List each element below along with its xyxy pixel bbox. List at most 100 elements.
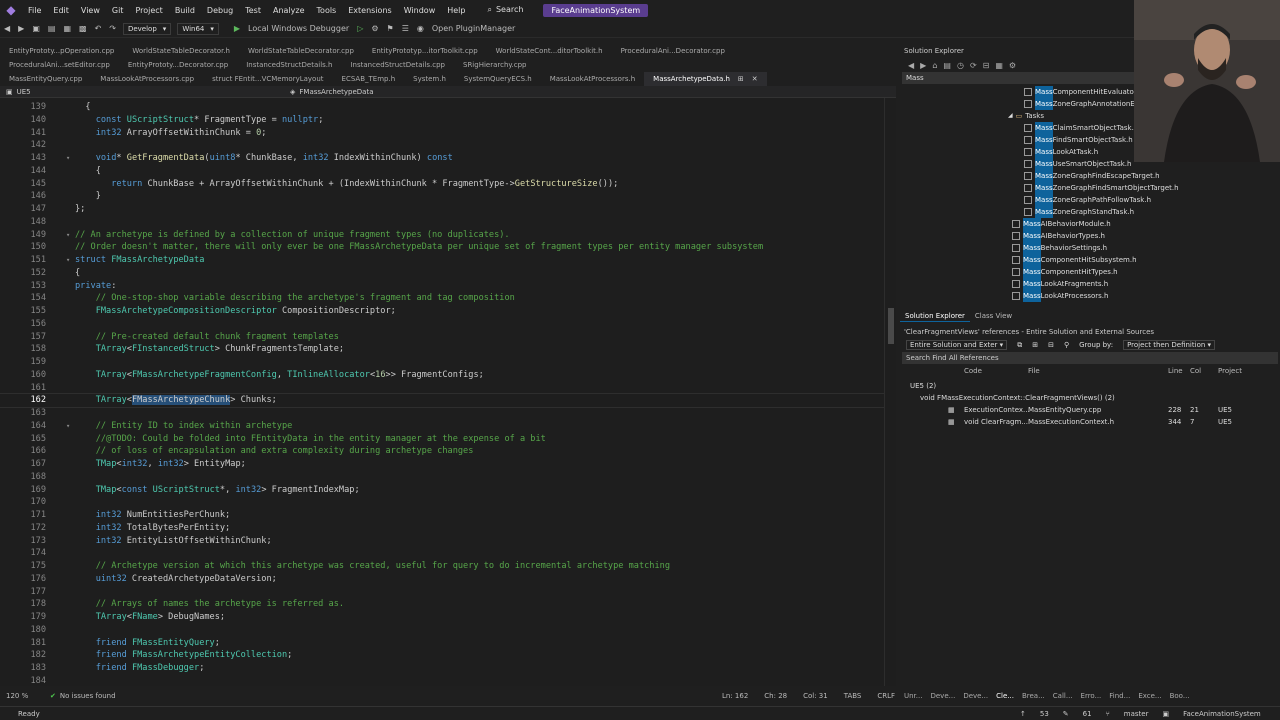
pin-icon[interactable]: ⊞ bbox=[738, 75, 744, 83]
menu-item[interactable]: Window bbox=[398, 6, 442, 15]
switch-views-icon[interactable]: ▤ bbox=[943, 61, 951, 70]
code-editor[interactable]: 139 {140 const UScriptStruct* FragmentTy… bbox=[0, 98, 884, 686]
tool-icon[interactable]: ⚙ bbox=[367, 24, 382, 33]
document-tab[interactable]: WorldStateTableDecorator.cpp bbox=[239, 44, 363, 58]
references-search-input[interactable]: Search Find All References bbox=[902, 352, 1278, 364]
tool-window-tab[interactable]: Unr... bbox=[900, 690, 926, 702]
tool-window-tab[interactable]: Erro... bbox=[1077, 690, 1106, 702]
history-icon[interactable]: ◷ bbox=[957, 61, 964, 70]
code-line[interactable]: 163 bbox=[0, 407, 884, 420]
menu-item[interactable]: Analyze bbox=[267, 6, 311, 15]
code-line[interactable]: 155 FMassArchetypeCompositionDescriptor … bbox=[0, 305, 884, 318]
code-line[interactable]: 148 bbox=[0, 216, 884, 229]
menu-item[interactable]: Help bbox=[441, 6, 471, 15]
solution-tree-item[interactable]: Mass UseSmartObjectTask.h bbox=[1024, 158, 1131, 170]
code-line[interactable]: 161 bbox=[0, 382, 884, 395]
code-line[interactable]: 183 friend FMassDebugger; bbox=[0, 662, 884, 675]
project-dropdown[interactable]: ▣ UE5 bbox=[0, 88, 290, 96]
code-line[interactable]: 184 bbox=[0, 675, 884, 686]
solution-tree-item[interactable]: Mass ZoneGraphAnnotationEv bbox=[1024, 98, 1139, 110]
document-tab[interactable]: struct FEntit...VCMemoryLayout bbox=[203, 72, 332, 86]
solution-tree-item[interactable]: Mass ZoneGraphPathFollowTask.h bbox=[1024, 194, 1151, 206]
back-icon[interactable]: ◀ bbox=[908, 61, 914, 70]
code-line[interactable]: 175 // Archetype version at which this a… bbox=[0, 560, 884, 573]
menu-item[interactable]: Debug bbox=[201, 6, 239, 15]
reference-row[interactable]: ▦ void ClearFragm... MassExecutionContext.… bbox=[900, 416, 1280, 428]
code-line[interactable]: 147}; bbox=[0, 203, 884, 216]
code-line[interactable]: 177 bbox=[0, 586, 884, 599]
solution-tree-item[interactable]: Mass ZoneGraphStandTask.h bbox=[1024, 206, 1134, 218]
document-tab[interactable]: EntityPrototyp...itorToolkit.cpp bbox=[363, 44, 487, 58]
home-icon[interactable]: ⌂ bbox=[932, 61, 937, 70]
document-tab[interactable]: WorldStateTableDecorator.h bbox=[123, 44, 239, 58]
column-header[interactable]: File bbox=[1028, 367, 1040, 375]
vertical-scrollbar[interactable] bbox=[884, 98, 896, 686]
document-tab[interactable]: ECSAB_TEmp.h bbox=[333, 72, 405, 86]
solution-tree-item[interactable]: Mass AIBehaviorTypes.h bbox=[1012, 230, 1105, 242]
column-header[interactable]: Line bbox=[1168, 367, 1183, 375]
solution-tree-item[interactable]: Mass ZoneGraphFindSmartObjectTarget.h bbox=[1024, 182, 1179, 194]
save-all-icon[interactable]: ▩ bbox=[75, 24, 91, 33]
document-tab[interactable]: MassEntityQuery.cpp bbox=[0, 72, 91, 86]
menu-item[interactable]: File bbox=[22, 6, 47, 15]
document-tab[interactable]: System.h bbox=[404, 72, 455, 86]
code-line[interactable]: 152 { bbox=[0, 267, 884, 280]
scope-dropdown[interactable]: ◈ FMassArchetypeData bbox=[290, 88, 586, 96]
code-line[interactable]: 166 // of loss of encapsulation and extr… bbox=[0, 445, 884, 458]
code-line[interactable]: 171 int32 NumEntitiesPerChunk; bbox=[0, 509, 884, 522]
code-line[interactable]: 156 bbox=[0, 318, 884, 331]
tool-window-tab[interactable]: Cle... bbox=[992, 690, 1018, 702]
solution-tree-item[interactable]: Mass LookAtProcessors.h bbox=[1012, 290, 1108, 302]
code-line[interactable]: 182 friend FMassArchetypeEntityCollectio… bbox=[0, 649, 884, 662]
code-line[interactable]: 146 } bbox=[0, 190, 884, 203]
group-by-dropdown[interactable]: Project then Definition ▾ bbox=[1123, 340, 1216, 350]
menu-item[interactable]: View bbox=[75, 6, 106, 15]
menu-item[interactable]: Edit bbox=[47, 6, 75, 15]
fold-chevron-icon[interactable]: ▾ bbox=[66, 152, 70, 165]
document-tab[interactable]: MassLookAtProcessors.cpp bbox=[91, 72, 203, 86]
fold-chevron-icon[interactable]: ▾ bbox=[66, 420, 70, 433]
code-line[interactable]: 144 { bbox=[0, 165, 884, 178]
code-line[interactable]: 174 bbox=[0, 547, 884, 560]
tool-window-tab[interactable]: Deve... bbox=[926, 690, 959, 702]
plugin-manager-button[interactable]: Open PluginManager bbox=[428, 24, 519, 33]
document-tab[interactable]: InstancedStructDetails.h bbox=[237, 58, 341, 72]
code-line[interactable]: 172 int32 TotalBytesPerEntity; bbox=[0, 522, 884, 535]
code-line[interactable]: 159 bbox=[0, 356, 884, 369]
code-line[interactable]: 168 bbox=[0, 471, 884, 484]
document-tab[interactable]: EntityPrototy...pOperation.cpp bbox=[0, 44, 123, 58]
scrollbar-thumb[interactable] bbox=[888, 308, 894, 344]
code-line[interactable]: 150 // Order doesn't matter, there will o… bbox=[0, 241, 884, 254]
code-line[interactable]: 180 bbox=[0, 624, 884, 637]
code-line[interactable]: 179 TArray<FName> DebugNames; bbox=[0, 611, 884, 624]
fold-chevron-icon[interactable]: ▾ bbox=[66, 229, 70, 242]
forward-icon[interactable]: ▶ bbox=[14, 24, 28, 33]
show-all-files-icon[interactable]: ▦ bbox=[995, 61, 1003, 70]
code-line[interactable]: 151 ▾ struct FMassArchetypeData bbox=[0, 254, 884, 267]
filter-icon[interactable]: ⚲ bbox=[1064, 341, 1069, 349]
collapse-all-icon[interactable]: ⊟ bbox=[983, 61, 990, 70]
code-line[interactable]: 158 TArray<FInstancedStruct> ChunkFragme… bbox=[0, 343, 884, 356]
code-line[interactable]: 176 uint32 CreatedArchetypeDataVersion; bbox=[0, 573, 884, 586]
code-line[interactable]: 173 int32 EntityListOffsetWithinChunk; bbox=[0, 535, 884, 548]
code-line[interactable]: 160 TArray<FMassArchetypeFragmentConfig,… bbox=[0, 369, 884, 382]
new-file-icon[interactable]: ▣ bbox=[28, 24, 44, 33]
code-line[interactable]: 169 TMap<const UScriptStruct*, int32> Fr… bbox=[0, 484, 884, 497]
solution-tree-item[interactable]: Mass ClaimSmartObjectTask.h bbox=[1024, 122, 1138, 134]
code-line[interactable]: 162 TArray<FMassArchetypeChunk> Chunks; bbox=[0, 393, 884, 409]
back-icon[interactable]: ◀ bbox=[0, 24, 14, 33]
reference-group[interactable]: UE5 (2) bbox=[900, 380, 1280, 392]
code-line[interactable]: 140 const UScriptStruct* FragmentType = … bbox=[0, 114, 884, 127]
tool-window-tab[interactable]: Deve... bbox=[959, 690, 992, 702]
menu-item[interactable]: Project bbox=[129, 6, 168, 15]
fold-chevron-icon[interactable]: ▾ bbox=[66, 254, 70, 267]
platform-dropdown[interactable]: Win64 ▾ bbox=[177, 22, 219, 35]
solution-tree-item[interactable]: Mass AIBehaviorModule.h bbox=[1012, 218, 1111, 230]
code-line[interactable]: 178 // Arrays of names the archetype is … bbox=[0, 598, 884, 611]
redo-icon[interactable]: ↷ bbox=[105, 24, 120, 33]
document-tab[interactable]: EntityPrototy...Decorator.cpp bbox=[119, 58, 237, 72]
code-line[interactable]: 181 friend FMassEntityQuery; bbox=[0, 637, 884, 650]
solution-tree-item[interactable]: Mass LookAtFragments.h bbox=[1012, 278, 1108, 290]
document-tab[interactable]: SystemQueryECS.h bbox=[455, 72, 541, 86]
tool-window-tab[interactable]: Boo... bbox=[1166, 690, 1194, 702]
